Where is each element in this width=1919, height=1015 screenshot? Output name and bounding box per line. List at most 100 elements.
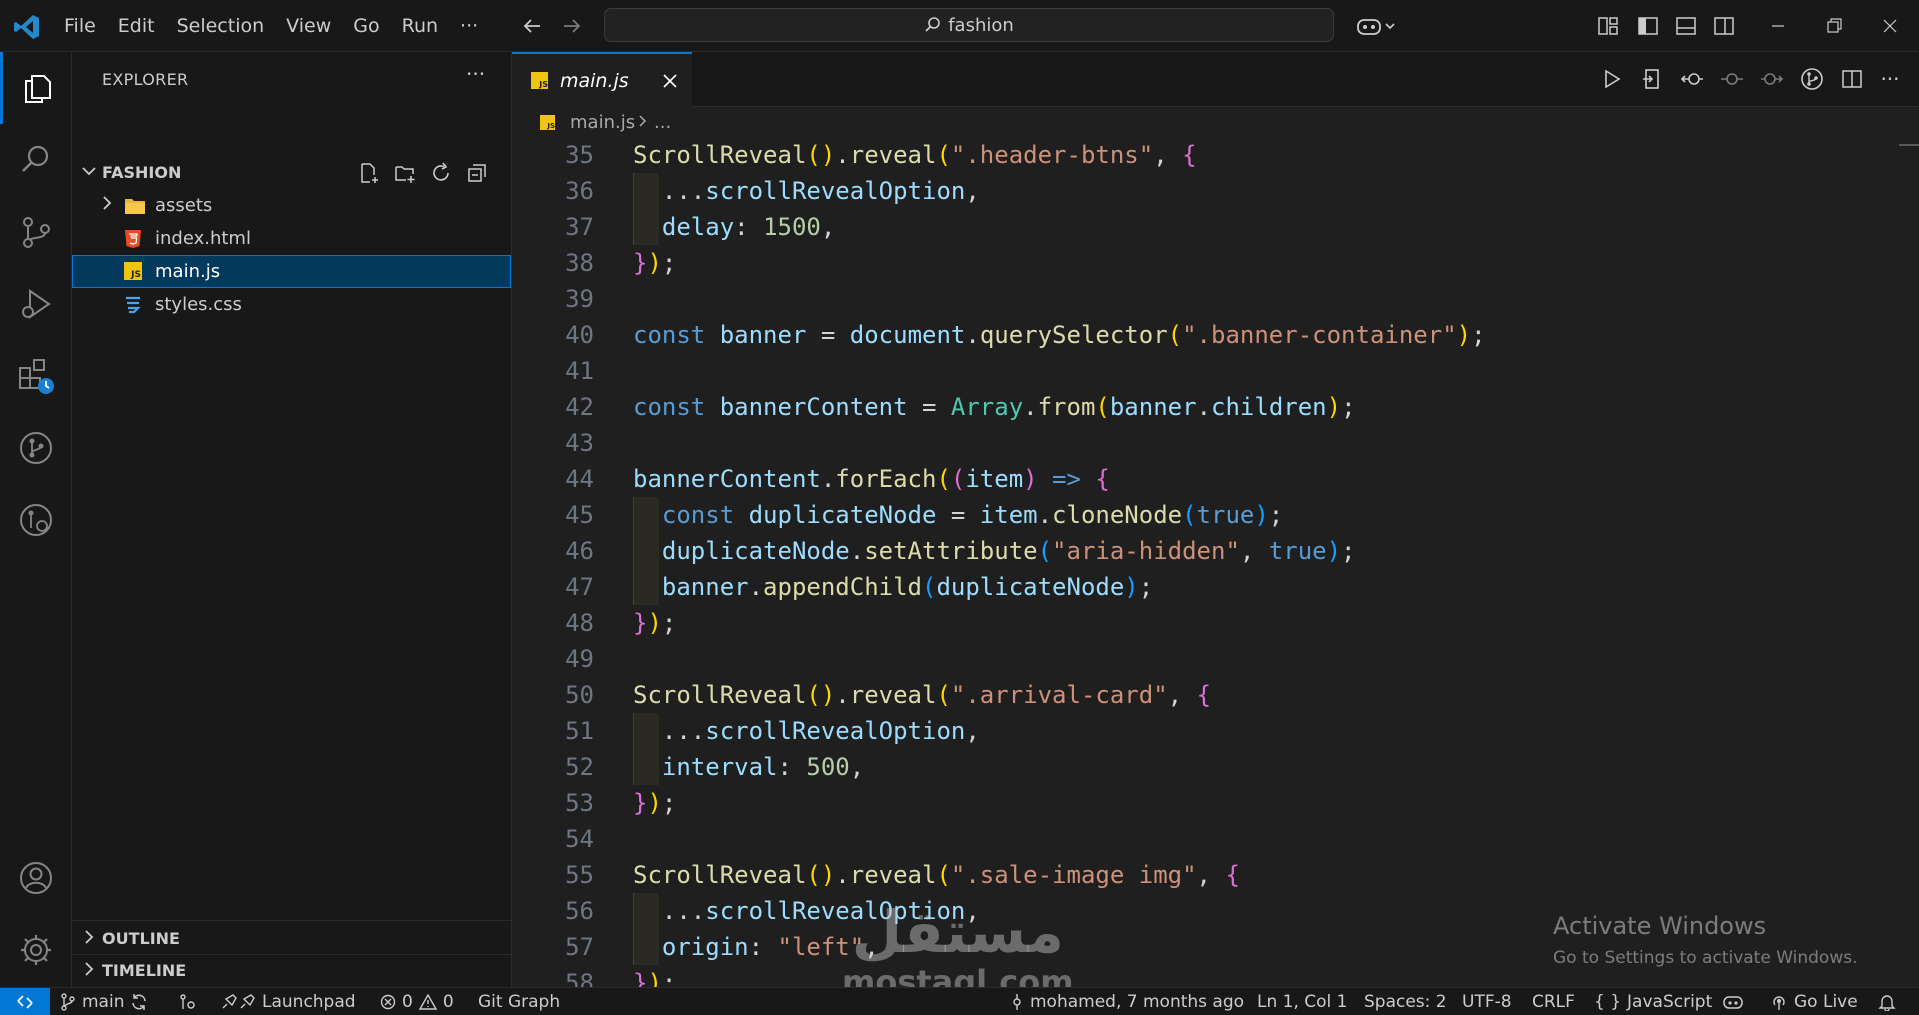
folder-header[interactable]: FASHION <box>72 156 511 189</box>
next-revision-icon[interactable] <box>1760 67 1784 91</box>
gitlens-icon[interactable] <box>0 484 72 556</box>
code-line: 36 ...scrollRevealOption, <box>512 173 1892 209</box>
account-icon[interactable] <box>0 842 72 914</box>
language-mode[interactable]: { } JavaScript <box>1594 988 1712 1015</box>
launchpad-button[interactable]: Launchpad <box>220 988 356 1015</box>
activate-subtitle: Go to Settings to activate Windows. <box>1553 948 1858 968</box>
refresh-icon[interactable] <box>430 162 452 188</box>
watermark-arabic: مستقل <box>851 898 1064 966</box>
notifications-bell-icon[interactable] <box>1878 988 1896 1015</box>
menu-file[interactable]: File <box>53 15 107 37</box>
code-line: 51 ...scrollRevealOption, <box>512 713 1892 749</box>
rocket-icon <box>222 993 255 1008</box>
back-arrow-icon[interactable] <box>520 14 544 38</box>
scrollbar-thumb[interactable] <box>1899 144 1919 146</box>
new-folder-icon[interactable] <box>394 162 416 188</box>
explorer-sidebar: EXPLORER ··· FASHION assets index.html J… <box>72 52 512 987</box>
forward-arrow-icon[interactable] <box>560 14 584 38</box>
branch-indicator[interactable]: main <box>60 988 148 1015</box>
open-changes-icon[interactable] <box>1640 67 1664 91</box>
restore-icon[interactable] <box>1822 14 1846 38</box>
code-line: 41 <box>565 357 594 385</box>
previous-revision-icon[interactable] <box>1680 67 1704 91</box>
activate-windows-notice: Activate Windows Go to Settings to activ… <box>1553 912 1858 968</box>
git-lens-inspect-icon[interactable] <box>1800 67 1824 91</box>
css-file-icon <box>124 295 142 320</box>
timeline-section[interactable]: TIMELINE <box>72 954 511 987</box>
editor-more-icon[interactable]: ··· <box>1878 67 1902 91</box>
remote-indicator[interactable] <box>0 988 50 1015</box>
tree-item-index-html[interactable]: index.html <box>72 222 511 255</box>
gitlens-status-icon[interactable] <box>178 988 196 1015</box>
breadcrumb-symbols[interactable]: ... <box>654 112 671 133</box>
customize-layout-icon[interactable] <box>1596 14 1620 38</box>
split-editor-icon[interactable] <box>1840 67 1864 91</box>
menu-more[interactable]: ··· <box>449 15 489 37</box>
error-icon <box>380 994 396 1009</box>
source-control-icon[interactable] <box>0 196 72 268</box>
menu-view[interactable]: View <box>275 15 342 37</box>
settings-gear-icon[interactable] <box>0 914 72 986</box>
indentation[interactable]: Spaces: 2 <box>1364 988 1447 1015</box>
run-debug-icon[interactable] <box>0 268 72 340</box>
js-file-icon: JS <box>540 114 555 130</box>
tab-label: main.js <box>560 69 629 92</box>
chevron-right-icon <box>636 112 650 135</box>
code-line: 49 <box>565 645 594 673</box>
code-line: 45 const duplicateNode = item.cloneNode(… <box>512 497 1892 533</box>
tree-item-assets[interactable]: assets <box>72 189 511 222</box>
breadcrumb-file[interactable]: main.js <box>570 112 635 133</box>
git-graph-button[interactable]: Git Graph <box>478 988 560 1015</box>
search-icon[interactable] <box>0 124 72 196</box>
collapse-all-icon[interactable] <box>466 162 488 188</box>
encoding[interactable]: UTF-8 <box>1462 988 1512 1015</box>
line-ending[interactable]: CRLF <box>1532 988 1575 1015</box>
close-window-icon[interactable] <box>1878 14 1902 38</box>
menu-run[interactable]: Run <box>391 15 449 37</box>
run-file-icon[interactable] <box>1600 67 1624 91</box>
new-file-icon[interactable] <box>358 162 380 188</box>
cursor-position[interactable]: Ln 1, Col 1 <box>1257 988 1348 1015</box>
go-live-button[interactable]: Go Live <box>1770 988 1858 1015</box>
blame-text: mohamed, 7 months ago <box>1030 991 1245 1012</box>
toggle-panel-icon[interactable] <box>1674 14 1698 38</box>
branch-name: main <box>82 991 125 1012</box>
copilot-status-icon[interactable] <box>1722 988 1744 1015</box>
explorer-more-icon[interactable]: ··· <box>466 62 485 86</box>
tree-item-styles-css[interactable]: styles.css <box>72 288 511 321</box>
code-line: 40 const banner = document.querySelector(… <box>565 321 1486 349</box>
tab-main-js[interactable]: JS main.js <box>512 52 692 107</box>
menu-selection[interactable]: Selection <box>166 15 276 37</box>
mostaql-watermark: مستقل mostaql.com <box>842 900 1074 1000</box>
copilot-icon[interactable] <box>1354 14 1398 38</box>
git-graph-icon[interactable] <box>0 412 72 484</box>
tree-item-label: index.html <box>155 228 251 249</box>
problems-indicator[interactable]: 0 0 <box>380 988 454 1015</box>
warning-icon <box>418 993 437 1010</box>
timeline-label: TIMELINE <box>102 961 187 980</box>
code-line: 37 delay: 1500, <box>512 209 1892 245</box>
extensions-icon[interactable] <box>0 340 72 412</box>
minimize-icon[interactable] <box>1766 14 1790 38</box>
code-line: 35 ScrollReveal().reveal(".header-btns", … <box>565 141 1197 169</box>
commit-icon[interactable] <box>1720 67 1744 91</box>
code-line: 54 <box>565 825 594 853</box>
code-line: 42 const bannerContent = Array.from(banne… <box>565 393 1356 421</box>
title-bar: File Edit Selection View Go Run ··· fash… <box>0 0 1919 52</box>
code-editor[interactable]: 35 ScrollReveal().reveal(".header-btns", … <box>512 137 1892 987</box>
blame-indicator[interactable]: mohamed, 7 months ago <box>1010 988 1244 1015</box>
menu-go[interactable]: Go <box>342 15 390 37</box>
command-center-search[interactable]: fashion <box>604 8 1334 42</box>
activity-bar <box>0 52 72 987</box>
close-tab-icon[interactable] <box>660 71 680 96</box>
toggle-secondary-sidebar-icon[interactable] <box>1712 14 1736 38</box>
menu-edit[interactable]: Edit <box>107 15 166 37</box>
outline-label: OUTLINE <box>102 929 180 948</box>
toggle-primary-sidebar-icon[interactable] <box>1636 14 1660 38</box>
outline-section[interactable]: OUTLINE <box>72 922 511 955</box>
broadcast-icon <box>1773 995 1785 1010</box>
error-count: 0 <box>402 991 413 1012</box>
tree-item-main-js[interactable]: JS main.js <box>72 255 511 288</box>
explorer-icon[interactable] <box>0 52 72 124</box>
sync-icon[interactable] <box>130 993 148 1011</box>
